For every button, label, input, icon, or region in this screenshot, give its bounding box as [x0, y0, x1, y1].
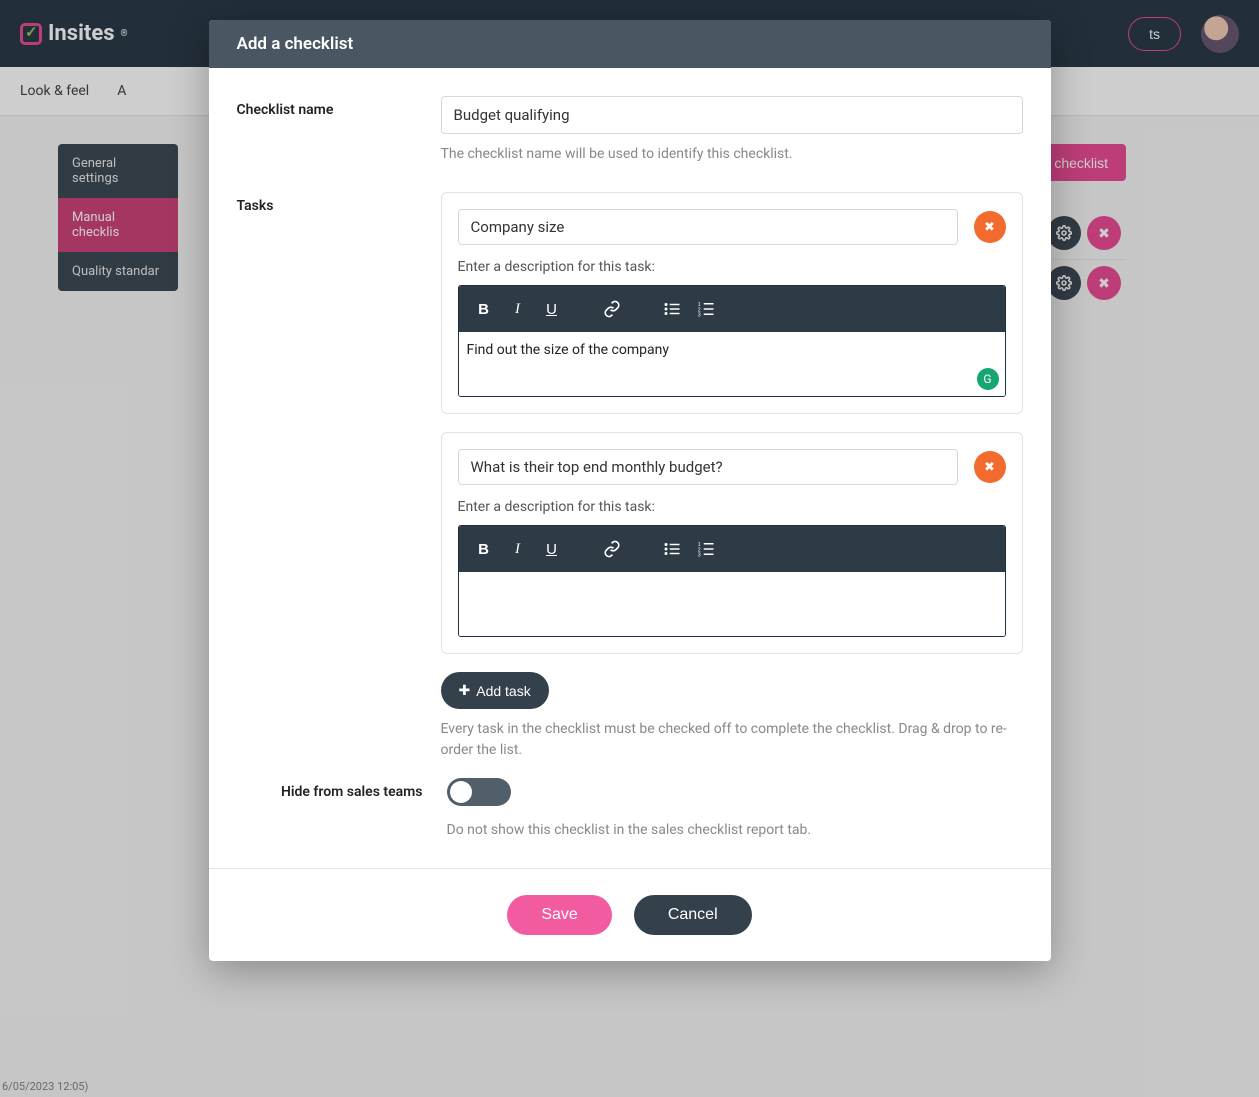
link-button[interactable]: [597, 294, 627, 324]
task-card: ✖ Enter a description for this task: B I…: [441, 192, 1023, 414]
task-delete-button[interactable]: ✖: [974, 451, 1006, 483]
grammarly-icon[interactable]: G: [977, 368, 999, 390]
label-checklist-name: Checklist name: [237, 96, 441, 164]
underline-button[interactable]: U: [537, 294, 567, 324]
close-icon: ✖: [984, 459, 995, 475]
italic-icon: I: [515, 301, 520, 318]
row-hide-from-sales: Hide from sales teams Do not show this c…: [237, 778, 1023, 840]
link-icon: [603, 540, 621, 558]
toggle-knob: [450, 781, 472, 803]
tasks-help: Every task in the checklist must be chec…: [441, 719, 1023, 760]
bold-button[interactable]: B: [469, 294, 499, 324]
svg-text:3: 3: [697, 553, 700, 559]
modal-body: Checklist name The checklist name will b…: [209, 68, 1051, 868]
add-checklist-modal: Add a checklist Checklist name The check…: [209, 20, 1051, 961]
task-editor: B I U: [458, 285, 1006, 397]
svg-text:3: 3: [697, 313, 700, 319]
editor-toolbar: B I U: [459, 286, 1005, 332]
bullet-list-icon: [663, 300, 681, 318]
task-editor: B I U: [458, 525, 1006, 637]
ordered-list-button[interactable]: 123: [691, 294, 721, 324]
underline-icon: U: [546, 541, 557, 558]
save-button[interactable]: Save: [507, 895, 611, 935]
checklist-name-help: The checklist name will be used to ident…: [441, 144, 1023, 164]
modal-title: Add a checklist: [209, 20, 1051, 68]
bullet-list-icon: [663, 540, 681, 558]
checklist-name-input[interactable]: [441, 96, 1023, 134]
bullet-list-button[interactable]: [657, 294, 687, 324]
bold-icon: B: [478, 541, 489, 558]
hide-from-sales-toggle[interactable]: [447, 778, 511, 806]
ordered-list-button[interactable]: 123: [691, 534, 721, 564]
link-button[interactable]: [597, 534, 627, 564]
link-icon: [603, 300, 621, 318]
cancel-button[interactable]: Cancel: [634, 895, 752, 935]
add-task-label: Add task: [476, 683, 530, 699]
editor-toolbar: B I U: [459, 526, 1005, 572]
italic-icon: I: [515, 541, 520, 558]
bold-icon: B: [478, 301, 489, 318]
task-editor-content[interactable]: Find out the size of the company: [459, 332, 1005, 396]
plus-icon: ✚: [459, 682, 471, 699]
underline-icon: U: [546, 301, 557, 318]
label-hide-from-sales: Hide from sales teams: [237, 778, 447, 840]
row-checklist-name: Checklist name The checklist name will b…: [237, 96, 1023, 164]
hide-help: Do not show this checklist in the sales …: [447, 820, 1023, 840]
add-task-button[interactable]: ✚ Add task: [441, 672, 549, 709]
task-card: ✖ Enter a description for this task: B I…: [441, 432, 1023, 654]
task-editor-content[interactable]: [459, 572, 1005, 636]
italic-button[interactable]: I: [503, 294, 533, 324]
modal-overlay: Add a checklist Checklist name The check…: [0, 0, 1259, 1097]
bold-button[interactable]: B: [469, 534, 499, 564]
ordered-list-icon: 123: [697, 540, 715, 558]
task-desc-label: Enter a description for this task:: [458, 499, 1006, 515]
row-tasks: Tasks ✖ Enter a description for this tas…: [237, 192, 1023, 760]
bullet-list-button[interactable]: [657, 534, 687, 564]
underline-button[interactable]: U: [537, 534, 567, 564]
ordered-list-icon: 123: [697, 300, 715, 318]
label-tasks: Tasks: [237, 192, 441, 760]
task-title-input[interactable]: [458, 449, 958, 485]
task-desc-label: Enter a description for this task:: [458, 259, 1006, 275]
task-delete-button[interactable]: ✖: [974, 211, 1006, 243]
modal-footer: Save Cancel: [209, 868, 1051, 961]
close-icon: ✖: [984, 219, 995, 235]
task-title-input[interactable]: [458, 209, 958, 245]
italic-button[interactable]: I: [503, 534, 533, 564]
